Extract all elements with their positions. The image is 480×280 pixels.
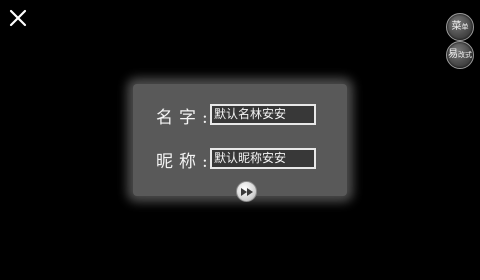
easy-mode-button[interactable]: 易改式: [446, 41, 474, 69]
close-button[interactable]: [8, 8, 28, 28]
nickname-label: 昵称:: [156, 152, 214, 172]
name-entry-dialog: 名字: 默认名林安安 昵称: 默认昵称安安: [133, 84, 347, 202]
menu-button-label-sub: 单: [461, 22, 469, 31]
easy-mode-button-label-sub: 改式: [458, 50, 472, 59]
name-input[interactable]: 默认名林安安: [210, 104, 316, 125]
confirm-next-button[interactable]: [236, 181, 257, 202]
name-label: 名字:: [156, 108, 214, 128]
close-icon: [9, 9, 27, 27]
menu-button-label-main: 菜: [451, 21, 462, 32]
nickname-input[interactable]: 默认昵称安安: [210, 148, 316, 169]
easy-mode-button-label-main: 易: [448, 49, 458, 60]
fast-forward-icon: [241, 188, 253, 196]
menu-button[interactable]: 菜单: [446, 13, 474, 41]
